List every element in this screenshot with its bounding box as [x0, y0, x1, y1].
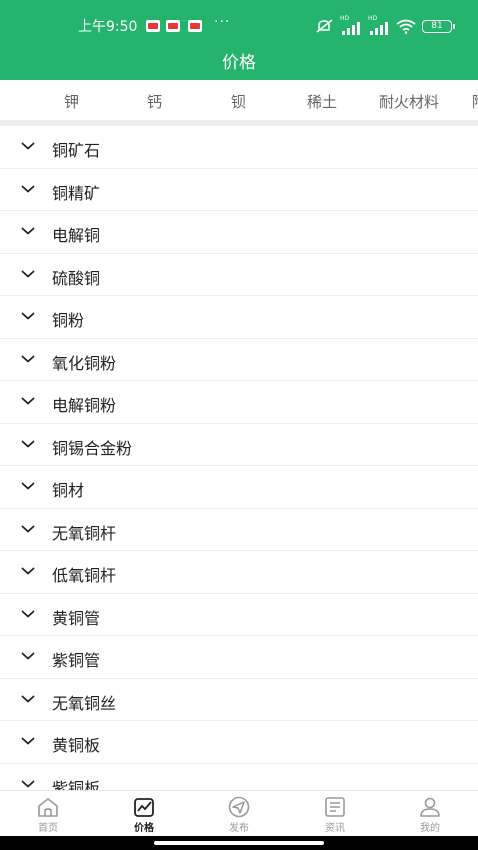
- app-header: 上午9:50 ··· HD HD 81 价格: [0, 0, 478, 80]
- tab-refractory[interactable]: 耐火材料: [379, 91, 439, 112]
- chevron-down-icon: [21, 737, 35, 745]
- bottom-tab-bar: 首页 价格 发布 资讯 我的: [0, 790, 478, 836]
- chevron-down-icon: [21, 227, 35, 235]
- tabbar-news[interactable]: 资讯: [287, 791, 383, 837]
- status-bar: 上午9:50 ··· HD HD 81: [0, 14, 478, 38]
- list-item[interactable]: 电解铜: [0, 211, 478, 254]
- user-icon: [420, 797, 440, 817]
- list-item[interactable]: 硫酸铜: [0, 254, 478, 296]
- chevron-down-icon: [21, 652, 35, 660]
- chevron-down-icon: [21, 780, 35, 787]
- notification-app-icon: [166, 20, 180, 32]
- list-item[interactable]: 铜锡合金粉: [0, 424, 478, 466]
- list-item-label: 黄铜板: [52, 736, 101, 755]
- list-item-label: 铜材: [52, 481, 85, 500]
- tab-calcium[interactable]: 钙: [147, 91, 162, 112]
- list-item-label: 铜精矿: [52, 183, 101, 203]
- tabbar-mine[interactable]: 我的: [382, 791, 478, 837]
- tab-ceramic[interactable]: 陶: [472, 91, 478, 112]
- home-indicator[interactable]: [154, 841, 324, 845]
- status-indicators: HD HD 81: [316, 15, 455, 35]
- list-item[interactable]: 铜材: [0, 466, 478, 509]
- wifi-icon: [396, 19, 416, 34]
- chevron-down-icon: [21, 270, 35, 277]
- battery-icon: 81: [422, 19, 455, 33]
- tabbar-publish[interactable]: 发布: [191, 791, 287, 837]
- list-item[interactable]: 紫铜板: [0, 764, 478, 791]
- notification-app-icon: [188, 20, 202, 32]
- list-item-label: 电解铜: [52, 226, 101, 245]
- chevron-down-icon: [21, 355, 35, 362]
- signal-icon: HD: [368, 15, 390, 35]
- tabbar-label: 首页: [38, 823, 58, 834]
- tabbar-price[interactable]: 价格: [96, 791, 192, 837]
- list-item-label: 紫铜管: [52, 651, 101, 670]
- chevron-down-icon: [21, 567, 35, 575]
- tab-potassium[interactable]: 钾: [64, 91, 79, 112]
- chevron-down-icon: [21, 440, 35, 447]
- price-chart-icon: [134, 798, 154, 817]
- more-notifications-icon: ···: [214, 14, 231, 30]
- list-item-label: 氧化铜粉: [52, 353, 117, 373]
- list-item[interactable]: 紫铜管: [0, 636, 478, 679]
- tabbar-label: 价格: [134, 823, 154, 834]
- tab-barium[interactable]: 钡: [231, 91, 246, 112]
- tabbar-label: 资讯: [325, 823, 345, 834]
- category-tabs: 钾 钙 钡 稀土 耐火材料 陶: [0, 80, 478, 120]
- chevron-down-icon: [21, 695, 35, 702]
- list-item-label: 铜粉: [52, 311, 85, 330]
- list-item-label: 紫铜板: [52, 778, 101, 791]
- list-item[interactable]: 铜粉: [0, 296, 478, 339]
- price-category-list: 铜矿石铜精矿电解铜硫酸铜铜粉氧化铜粉电解铜粉铜锡合金粉铜材无氧铜杆低氧铜杆黄铜管…: [0, 126, 478, 790]
- status-time: 上午9:50: [78, 19, 138, 35]
- list-item-label: 低氧铜杆: [52, 566, 117, 585]
- chevron-down-icon: [21, 397, 35, 405]
- list-item[interactable]: 无氧铜丝: [0, 679, 478, 721]
- chevron-down-icon: [21, 185, 35, 192]
- tabbar-label: 我的: [420, 823, 440, 834]
- tab-rare-earth[interactable]: 稀土: [307, 91, 337, 112]
- home-icon: [38, 798, 58, 817]
- chevron-down-icon: [21, 610, 35, 617]
- list-item[interactable]: 铜精矿: [0, 169, 478, 211]
- tabbar-home[interactable]: 首页: [0, 791, 96, 837]
- chevron-down-icon: [21, 312, 35, 320]
- list-item-label: 黄铜管: [52, 608, 101, 628]
- list-item[interactable]: 低氧铜杆: [0, 551, 478, 594]
- mute-icon: [316, 19, 333, 33]
- list-item[interactable]: 黄铜板: [0, 721, 478, 764]
- signal-icon: HD: [340, 15, 362, 35]
- list-item[interactable]: 黄铜管: [0, 594, 478, 636]
- news-icon: [325, 797, 345, 817]
- list-item-label: 硫酸铜: [52, 268, 101, 288]
- list-item[interactable]: 电解铜粉: [0, 381, 478, 424]
- chevron-down-icon: [21, 525, 35, 532]
- list-item-label: 无氧铜丝: [52, 693, 117, 713]
- list-item[interactable]: 无氧铜杆: [0, 509, 478, 551]
- list-item[interactable]: 氧化铜粉: [0, 339, 478, 381]
- tabbar-label: 发布: [229, 823, 249, 834]
- list-item-label: 无氧铜杆: [52, 523, 117, 543]
- list-item-label: 铜锡合金粉: [52, 438, 133, 458]
- page-title: 价格: [222, 53, 256, 73]
- notification-app-icon: [146, 20, 160, 32]
- chevron-down-icon: [21, 482, 35, 490]
- send-icon: [228, 796, 250, 818]
- list-item-label: 铜矿石: [52, 141, 101, 160]
- chevron-down-icon: [21, 142, 35, 150]
- system-gesture-bar: [0, 836, 478, 850]
- list-item-label: 电解铜粉: [52, 396, 117, 415]
- list-item[interactable]: 铜矿石: [0, 126, 478, 169]
